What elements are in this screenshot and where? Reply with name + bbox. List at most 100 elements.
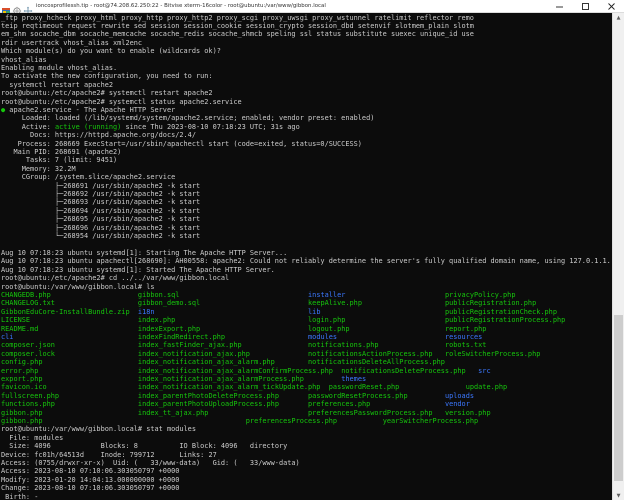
- terminal-line: gibbon.php index_tt_ajax.php preferences…: [1, 409, 612, 417]
- terminal-line: └─268954 /usr/sbin/apache2 -k start: [1, 232, 612, 240]
- terminal-text: indexExport.php: [137, 324, 201, 333]
- terminal-text: preferencesPasswordProcess.php: [308, 408, 433, 417]
- terminal-text: CHANGEDB.php: [1, 290, 51, 299]
- terminal-line: Process: 268669 ExecStart=/usr/sbin/apac…: [1, 140, 612, 148]
- terminal-text: functions.php: [1, 400, 55, 409]
- terminal-line: functions.php index_parentPhotoUploadPro…: [1, 400, 612, 408]
- scrollbar-up-arrow[interactable]: ▲: [613, 13, 624, 22]
- terminal-text: index_notification_ajax_alarmProcess.php: [137, 374, 304, 383]
- terminal-line: CGroup: /system.slice/apache2.service: [1, 173, 612, 181]
- terminal-line: To activate the new configuration, you n…: [1, 72, 612, 80]
- terminal-text: themes: [341, 374, 367, 383]
- terminal-line: teip reqtimeout request rewrite sed sess…: [1, 22, 612, 30]
- terminal-text: preferences.php: [308, 400, 371, 409]
- terminal-line: root@ubuntu:/etc/apache2# cd ../../var/w…: [1, 274, 612, 282]
- terminal-line: Aug 10 07:18:23 ubuntu systemd[1]: Start…: [1, 249, 612, 257]
- terminal-line: Which module(s) do you want to enable (w…: [1, 47, 612, 55]
- terminal-text: cli: [1, 332, 14, 341]
- terminal-text: Device: fc01h/64513d Inode: 799712 Links…: [1, 450, 217, 459]
- vertical-scrollbar[interactable]: ▲ ▼: [612, 13, 624, 500]
- terminal-text: vendor: [444, 400, 470, 409]
- terminal-text: ├─268693 /usr/sbin/apache2 -k start: [1, 198, 201, 207]
- terminal-line: root@ubuntu:/etc/apache2# systemctl rest…: [1, 89, 612, 97]
- terminal-line: ├─268692 /usr/sbin/apache2 -k start: [1, 190, 612, 198]
- terminal-text: README.md: [1, 324, 39, 333]
- terminal-line: Device: fc01h/64513d Inode: 799712 Links…: [1, 451, 612, 459]
- terminal-text: Enabling module vhost_alias.: [1, 63, 118, 72]
- terminal-line: Enabling module vhost_alias.: [1, 64, 612, 72]
- scrollbar-thumb[interactable]: [614, 314, 623, 481]
- terminal-line: ├─268696 /usr/sbin/apache2 -k start: [1, 224, 612, 232]
- terminal-line: export.php index_notification_ajax_alarm…: [1, 375, 612, 383]
- terminal-line: root@ubuntu:/etc/apache2# systemctl stat…: [1, 98, 612, 106]
- terminal-line: ● apache2.service - The Apache HTTP Serv…: [1, 106, 612, 114]
- terminal-text: gibbon.sql: [137, 290, 180, 299]
- terminal-text: keepAlive.php: [308, 299, 362, 308]
- terminal-text: Aug 10 07:18:23 ubuntu apachectl[268690]…: [1, 257, 612, 266]
- terminal-text: i18n: [137, 307, 155, 316]
- terminal-text: └─268954 /usr/sbin/apache2 -k start: [1, 232, 201, 241]
- terminal-text: root@ubuntu:/etc/apache2# systemctl stat…: [1, 97, 242, 106]
- terminal-text: Process: 268669 ExecStart=/usr/sbin/apac…: [1, 139, 362, 148]
- scrollbar-down-arrow[interactable]: ▼: [613, 491, 624, 500]
- terminal-text: rdir usertrack vhost_alias xml2enc: [1, 38, 143, 47]
- terminal-line: rdir usertrack vhost_alias xml2enc: [1, 39, 612, 47]
- terminal-line: gibbon.php preferencesProcess.php yearSw…: [1, 417, 612, 425]
- terminal-line: Birth: -: [1, 493, 612, 500]
- terminal-text: src: [478, 366, 491, 375]
- terminal-line: systemctl restart apache2: [1, 81, 612, 89]
- terminal-text: Aug 10 07:18:23 ubuntu systemd[1]: Start…: [1, 265, 275, 274]
- terminal-screen: _ftp proxy_hcheck proxy_html proxy_http …: [1, 13, 612, 500]
- close-button[interactable]: [598, 0, 624, 12]
- terminal-text: Docs: https://httpd.apache.org/docs/2.4/: [1, 131, 196, 140]
- move-icon[interactable]: [23, 1, 33, 16]
- terminal-viewport[interactable]: _ftp proxy_hcheck proxy_html proxy_http …: [0, 13, 612, 500]
- terminal-text: To activate the new configuration, you n…: [1, 72, 213, 81]
- terminal-text: publicRegistrationCheck.php: [444, 307, 557, 316]
- terminal-text: update.php: [465, 383, 508, 392]
- terminal-text: index_notification_ajax_alarm_tickUpdate…: [137, 383, 321, 392]
- minimize-button[interactable]: [546, 0, 572, 12]
- maximize-button[interactable]: [572, 0, 598, 12]
- terminal-text: teip reqtimeout request rewrite sed sess…: [1, 21, 474, 30]
- terminal-text: systemctl restart apache2: [1, 80, 114, 89]
- terminal-text: ├─268695 /usr/sbin/apache2 -k start: [1, 215, 201, 224]
- terminal-text: root@ubuntu:/var/www/gibbon.local# ls: [1, 282, 155, 291]
- terminal-text: Which module(s) do you want to enable (w…: [1, 47, 221, 56]
- terminal-text: gibbon.php: [1, 408, 43, 417]
- terminal-line: Aug 10 07:18:23 ubuntu apachectl[268690]…: [1, 257, 612, 265]
- terminal-text: CHANGELOG.txt: [1, 299, 55, 308]
- terminal-text: _ftp proxy_hcheck proxy_html proxy_http …: [1, 13, 474, 22]
- terminal-text: Access: 2023-08-10 07:10:06.303050797 +0…: [1, 467, 180, 476]
- terminal-line: root@ubuntu:/var/www/gibbon.local# stat …: [1, 425, 612, 433]
- app-icon[interactable]: [1, 1, 11, 14]
- terminal-line: composer.json index_fastFinder_ajax.php …: [1, 341, 612, 349]
- terminal-text: Main PID: 268691 (apache2): [1, 148, 122, 156]
- terminal-window: ioncosprofilessh.tip - root@74.208.62.25…: [0, 0, 624, 500]
- terminal-line: fullscreen.php index_parentPhotoDeletePr…: [1, 392, 612, 400]
- terminal-line: root@ubuntu:/var/www/gibbon.local# ls: [1, 283, 612, 291]
- gear-icon[interactable]: [12, 1, 22, 16]
